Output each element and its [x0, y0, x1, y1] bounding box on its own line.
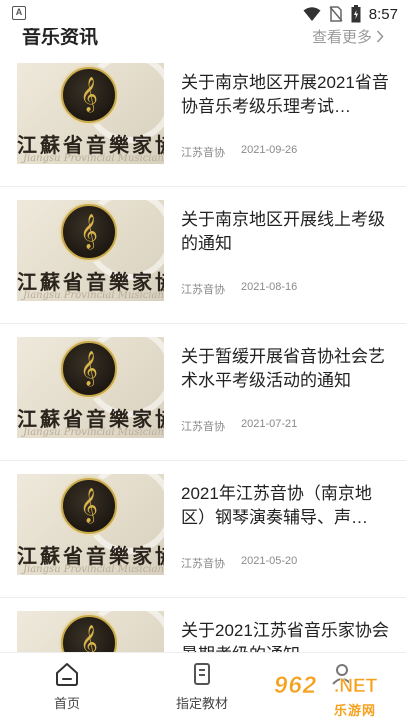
news-item[interactable]: 𝄞江蘇省音樂家協會Jiangsu Provincial Musicians' A… — [0, 187, 406, 324]
association-logo-icon: 𝄞 — [61, 204, 117, 260]
thumbnail-script: Jiangsu Provincial Musicians' Associatio… — [23, 153, 164, 164]
association-logo-icon: 𝄞 — [61, 67, 117, 123]
news-list: 𝄞江蘇省音樂家協會Jiangsu Provincial Musicians' A… — [0, 50, 406, 721]
news-meta: 江苏音协 2021-08-16 — [181, 281, 297, 297]
watermark-brand: 962 — [274, 672, 318, 700]
association-logo-icon: 𝄞 — [61, 478, 117, 534]
news-item[interactable]: 𝄞江蘇省音樂家協會Jiangsu Provincial Musicians' A… — [0, 461, 406, 598]
news-date: 2021-05-20 — [241, 555, 298, 567]
news-title[interactable]: 2021年江苏音协（南京地区）钢琴演奏辅导、声… — [181, 482, 391, 530]
news-source: 江苏音协 — [181, 284, 225, 296]
tab-textbook-label: 指定教材 — [175, 696, 228, 711]
no-sim-icon — [329, 6, 343, 22]
see-more-link[interactable]: 查看更多 — [312, 26, 384, 47]
news-date: 2021-08-16 — [241, 281, 298, 293]
news-meta: 江苏音协 2021-05-20 — [181, 555, 297, 571]
clock: 8:57 — [368, 5, 398, 23]
chevron-right-icon — [376, 30, 384, 43]
tab-home-label: 首页 — [53, 696, 80, 711]
news-item[interactable]: 𝄞江蘇省音樂家協會Jiangsu Provincial Musicians' A… — [0, 324, 406, 461]
textbook-icon — [194, 663, 210, 685]
news-thumbnail: 𝄞江蘇省音樂家協會Jiangsu Provincial Musicians' A… — [17, 200, 164, 301]
news-item[interactable]: 𝄞江蘇省音樂家協會Jiangsu Provincial Musicians' A… — [0, 50, 406, 187]
news-date: 2021-07-21 — [241, 418, 298, 430]
site-watermark: 962 .NET 乐游网 — [268, 668, 406, 720]
tab-textbook[interactable]: 指定教材 — [152, 661, 252, 712]
notification-a-icon: A — [12, 6, 26, 20]
thumbnail-script: Jiangsu Provincial Musicians' Associatio… — [23, 564, 164, 575]
status-icons: 8:57 — [303, 4, 398, 24]
news-date: 2021-09-26 — [241, 144, 298, 156]
news-thumbnail: 𝄞江蘇省音樂家協會Jiangsu Provincial Musicians' A… — [17, 474, 164, 575]
thumbnail-script: Jiangsu Provincial Musicians' Associatio… — [23, 290, 164, 301]
news-meta: 江苏音协 2021-09-26 — [181, 144, 297, 160]
association-logo-icon: 𝄞 — [61, 341, 117, 397]
news-title[interactable]: 关于南京地区开展2021省音协音乐考级乐理考试… — [181, 71, 391, 119]
status-bar: A 8:57 — [0, 0, 406, 28]
battery-icon — [351, 5, 361, 23]
news-source: 江苏音协 — [181, 558, 225, 570]
news-meta: 江苏音协 2021-07-21 — [181, 418, 297, 434]
home-icon — [56, 663, 78, 686]
wifi-icon — [303, 7, 321, 21]
news-thumbnail: 𝄞江蘇省音樂家協會Jiangsu Provincial Musicians' A… — [17, 337, 164, 438]
see-more-label: 查看更多 — [311, 29, 372, 46]
news-title[interactable]: 关于暂缓开展省音协社会艺术水平考级活动的通知 — [181, 345, 391, 393]
watermark-cn: 乐游网 — [334, 703, 377, 718]
thumbnail-script: Jiangsu Provincial Musicians' Associatio… — [23, 427, 164, 438]
tab-home[interactable]: 首页 — [17, 661, 117, 712]
news-thumbnail: 𝄞江蘇省音樂家協會Jiangsu Provincial Musicians' A… — [17, 63, 164, 164]
news-title[interactable]: 关于南京地区开展线上考级的通知 — [181, 208, 391, 256]
watermark-domain: .NET — [334, 676, 378, 698]
news-source: 江苏音协 — [181, 147, 225, 159]
news-source: 江苏音协 — [181, 421, 225, 433]
